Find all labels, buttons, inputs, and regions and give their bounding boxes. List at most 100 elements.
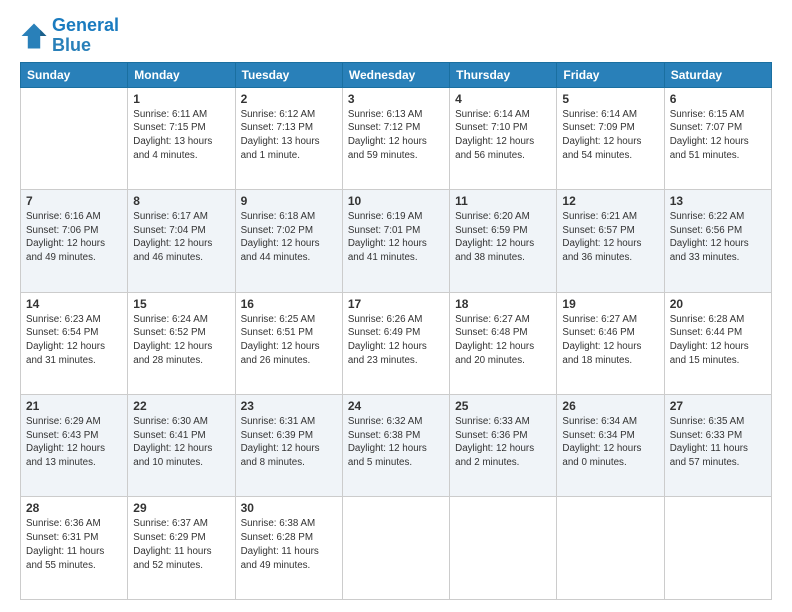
calendar-week-1: 1Sunrise: 6:11 AM Sunset: 7:15 PM Daylig… — [21, 87, 772, 189]
calendar-cell: 7Sunrise: 6:16 AM Sunset: 7:06 PM Daylig… — [21, 190, 128, 292]
calendar-cell — [450, 497, 557, 600]
day-info: Sunrise: 6:18 AM Sunset: 7:02 PM Dayligh… — [241, 210, 337, 265]
day-number: 29 — [133, 501, 229, 515]
calendar-cell — [664, 497, 771, 600]
day-number: 22 — [133, 399, 229, 413]
weekday-header-friday: Friday — [557, 62, 664, 87]
day-info: Sunrise: 6:31 AM Sunset: 6:39 PM Dayligh… — [241, 415, 337, 470]
day-info: Sunrise: 6:15 AM Sunset: 7:07 PM Dayligh… — [670, 108, 766, 163]
calendar-cell: 20 Sunrise: 6:28 AM Sunset: 6:44 PM Dayli… — [664, 292, 771, 394]
day-info: Sunrise: 6:33 AM Sunset: 6:36 PM Dayligh… — [455, 415, 551, 470]
calendar-table: SundayMondayTuesdayWednesdayThursdayFrid… — [20, 62, 772, 600]
calendar-cell: 26Sunrise: 6:34 AM Sunset: 6:34 PM Dayli… — [557, 395, 664, 497]
day-number: 21 — [26, 399, 122, 413]
logo-icon — [20, 22, 48, 50]
day-number: 10 — [348, 194, 444, 208]
weekday-header-wednesday: Wednesday — [342, 62, 449, 87]
day-info: Sunrise: 6:32 AM Sunset: 6:38 PM Dayligh… — [348, 415, 444, 470]
logo: General Blue — [20, 16, 119, 56]
day-info: Sunrise: 6:25 AM Sunset: 6:51 PM Dayligh… — [241, 313, 337, 368]
calendar-cell: 12 Sunrise: 6:21 AM Sunset: 6:57 PM Dayli… — [557, 190, 664, 292]
calendar-week-2: 7Sunrise: 6:16 AM Sunset: 7:06 PM Daylig… — [21, 190, 772, 292]
page: General Blue SundayMondayTuesdayWednesda… — [0, 0, 792, 612]
day-number: 6 — [670, 92, 766, 106]
day-number: 12 — [562, 194, 658, 208]
day-number: 23 — [241, 399, 337, 413]
calendar-cell — [21, 87, 128, 189]
calendar-cell — [557, 497, 664, 600]
weekday-header-monday: Monday — [128, 62, 235, 87]
day-number: 5 — [562, 92, 658, 106]
calendar-cell: 14 Sunrise: 6:23 AM Sunset: 6:54 PM Dayli… — [21, 292, 128, 394]
day-number: 27 — [670, 399, 766, 413]
logo-text: General Blue — [52, 16, 119, 56]
day-number: 8 — [133, 194, 229, 208]
day-info: Sunrise: 6:23 AM Sunset: 6:54 PM Dayligh… — [26, 313, 122, 368]
calendar-header: SundayMondayTuesdayWednesdayThursdayFrid… — [21, 62, 772, 87]
calendar-cell: 15 Sunrise: 6:24 AM Sunset: 6:52 PM Dayli… — [128, 292, 235, 394]
calendar-cell: 18 Sunrise: 6:27 AM Sunset: 6:48 PM Dayli… — [450, 292, 557, 394]
calendar-week-5: 28 Sunrise: 6:36 AM Sunset: 6:31 PM Dayli… — [21, 497, 772, 600]
day-number: 14 — [26, 297, 122, 311]
day-info: Sunrise: 6:30 AM Sunset: 6:41 PM Dayligh… — [133, 415, 229, 470]
day-number: 18 — [455, 297, 551, 311]
day-number: 7 — [26, 194, 122, 208]
day-info: Sunrise: 6:12 AM Sunset: 7:13 PM Dayligh… — [241, 108, 337, 163]
day-info: Sunrise: 6:19 AM Sunset: 7:01 PM Dayligh… — [348, 210, 444, 265]
day-number: 15 — [133, 297, 229, 311]
day-info: Sunrise: 6:13 AM Sunset: 7:12 PM Dayligh… — [348, 108, 444, 163]
calendar-cell: 19 Sunrise: 6:27 AM Sunset: 6:46 PM Dayli… — [557, 292, 664, 394]
day-info: Sunrise: 6:14 AM Sunset: 7:09 PM Dayligh… — [562, 108, 658, 163]
calendar-cell: 16 Sunrise: 6:25 AM Sunset: 6:51 PM Dayli… — [235, 292, 342, 394]
calendar-week-4: 21 Sunrise: 6:29 AM Sunset: 6:43 PM Dayli… — [21, 395, 772, 497]
calendar-cell: 10 Sunrise: 6:19 AM Sunset: 7:01 PM Dayli… — [342, 190, 449, 292]
calendar-cell: 8 Sunrise: 6:17 AM Sunset: 7:04 PM Daylig… — [128, 190, 235, 292]
calendar-cell: 1Sunrise: 6:11 AM Sunset: 7:15 PM Daylig… — [128, 87, 235, 189]
calendar-cell: 3 Sunrise: 6:13 AM Sunset: 7:12 PM Daylig… — [342, 87, 449, 189]
day-info: Sunrise: 6:22 AM Sunset: 6:56 PM Dayligh… — [670, 210, 766, 265]
weekday-header-tuesday: Tuesday — [235, 62, 342, 87]
calendar-cell: 23 Sunrise: 6:31 AM Sunset: 6:39 PM Dayli… — [235, 395, 342, 497]
day-number: 25 — [455, 399, 551, 413]
calendar-cell: 2 Sunrise: 6:12 AM Sunset: 7:13 PM Daylig… — [235, 87, 342, 189]
day-info: Sunrise: 6:27 AM Sunset: 6:48 PM Dayligh… — [455, 313, 551, 368]
day-info: Sunrise: 6:28 AM Sunset: 6:44 PM Dayligh… — [670, 313, 766, 368]
calendar-cell: 6 Sunrise: 6:15 AM Sunset: 7:07 PM Daylig… — [664, 87, 771, 189]
day-number: 19 — [562, 297, 658, 311]
calendar-cell: 25 Sunrise: 6:33 AM Sunset: 6:36 PM Dayli… — [450, 395, 557, 497]
day-number: 16 — [241, 297, 337, 311]
weekday-header-thursday: Thursday — [450, 62, 557, 87]
day-info: Sunrise: 6:20 AM Sunset: 6:59 PM Dayligh… — [455, 210, 551, 265]
day-info: Sunrise: 6:21 AM Sunset: 6:57 PM Dayligh… — [562, 210, 658, 265]
calendar-cell: 30Sunrise: 6:38 AM Sunset: 6:28 PM Dayli… — [235, 497, 342, 600]
calendar-week-3: 14 Sunrise: 6:23 AM Sunset: 6:54 PM Dayli… — [21, 292, 772, 394]
day-number: 28 — [26, 501, 122, 515]
calendar-cell — [342, 497, 449, 600]
day-number: 20 — [670, 297, 766, 311]
calendar-cell: 9Sunrise: 6:18 AM Sunset: 7:02 PM Daylig… — [235, 190, 342, 292]
day-info: Sunrise: 6:36 AM Sunset: 6:31 PM Dayligh… — [26, 517, 122, 572]
day-info: Sunrise: 6:24 AM Sunset: 6:52 PM Dayligh… — [133, 313, 229, 368]
day-number: 26 — [562, 399, 658, 413]
calendar-cell: 4Sunrise: 6:14 AM Sunset: 7:10 PM Daylig… — [450, 87, 557, 189]
day-number: 30 — [241, 501, 337, 515]
day-info: Sunrise: 6:27 AM Sunset: 6:46 PM Dayligh… — [562, 313, 658, 368]
calendar-cell: 17 Sunrise: 6:26 AM Sunset: 6:49 PM Dayli… — [342, 292, 449, 394]
calendar-body: 1Sunrise: 6:11 AM Sunset: 7:15 PM Daylig… — [21, 87, 772, 599]
day-info: Sunrise: 6:14 AM Sunset: 7:10 PM Dayligh… — [455, 108, 551, 163]
day-info: Sunrise: 6:35 AM Sunset: 6:33 PM Dayligh… — [670, 415, 766, 470]
logo-general: General — [52, 15, 119, 35]
day-number: 1 — [133, 92, 229, 106]
day-info: Sunrise: 6:29 AM Sunset: 6:43 PM Dayligh… — [26, 415, 122, 470]
calendar-cell: 13Sunrise: 6:22 AM Sunset: 6:56 PM Dayli… — [664, 190, 771, 292]
header: General Blue — [20, 16, 772, 56]
calendar-cell: 24Sunrise: 6:32 AM Sunset: 6:38 PM Dayli… — [342, 395, 449, 497]
calendar-cell: 22 Sunrise: 6:30 AM Sunset: 6:41 PM Dayli… — [128, 395, 235, 497]
day-info: Sunrise: 6:17 AM Sunset: 7:04 PM Dayligh… — [133, 210, 229, 265]
weekday-row: SundayMondayTuesdayWednesdayThursdayFrid… — [21, 62, 772, 87]
day-number: 3 — [348, 92, 444, 106]
calendar-cell: 5 Sunrise: 6:14 AM Sunset: 7:09 PM Daylig… — [557, 87, 664, 189]
day-info: Sunrise: 6:26 AM Sunset: 6:49 PM Dayligh… — [348, 313, 444, 368]
day-number: 2 — [241, 92, 337, 106]
day-number: 17 — [348, 297, 444, 311]
